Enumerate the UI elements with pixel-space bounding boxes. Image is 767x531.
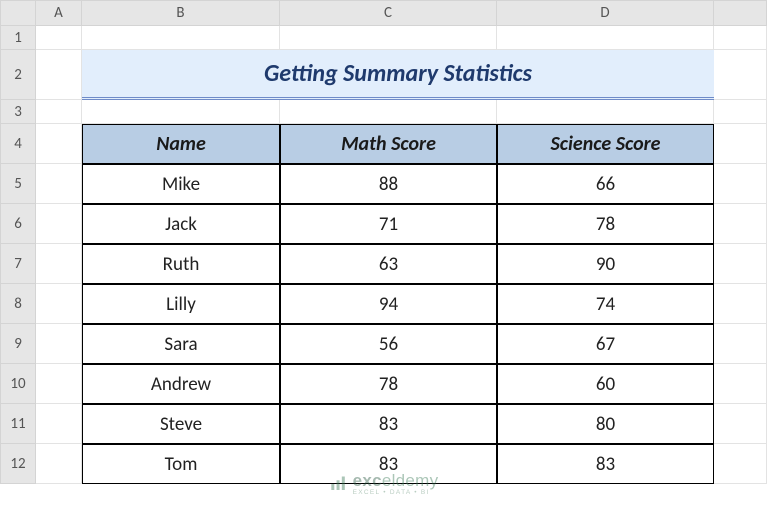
table-cell-math[interactable]: 83	[280, 404, 497, 444]
cell[interactable]	[714, 444, 767, 484]
cell[interactable]	[82, 26, 280, 50]
table-cell-science[interactable]: 83	[497, 444, 714, 484]
table-header-science[interactable]: Science Score	[497, 124, 714, 164]
row-header-9[interactable]: 9	[0, 324, 36, 364]
table-cell-science[interactable]: 78	[497, 204, 714, 244]
col-header-next[interactable]	[714, 0, 767, 26]
col-header-D[interactable]: D	[497, 0, 714, 26]
table-cell-math[interactable]: 63	[280, 244, 497, 284]
table-cell-math[interactable]: 56	[280, 324, 497, 364]
table-cell-science[interactable]: 74	[497, 284, 714, 324]
row-header-3[interactable]: 3	[0, 100, 36, 124]
col-header-B[interactable]: B	[82, 0, 280, 26]
row-header-2[interactable]: 2	[0, 50, 36, 100]
col-header-C[interactable]: C	[280, 0, 497, 26]
cell[interactable]	[36, 284, 82, 324]
cell[interactable]	[714, 324, 767, 364]
row-header-6[interactable]: 6	[0, 204, 36, 244]
cell[interactable]	[36, 444, 82, 484]
cell[interactable]	[280, 100, 497, 124]
cell[interactable]	[36, 364, 82, 404]
cell[interactable]	[36, 124, 82, 164]
cell[interactable]	[714, 100, 767, 124]
table-cell-name[interactable]: Andrew	[82, 364, 280, 404]
table-cell-science[interactable]: 67	[497, 324, 714, 364]
cell[interactable]	[714, 26, 767, 50]
cell[interactable]	[497, 26, 714, 50]
row-header-12[interactable]: 12	[0, 444, 36, 484]
cell[interactable]	[36, 164, 82, 204]
table-cell-math[interactable]: 78	[280, 364, 497, 404]
cell[interactable]	[36, 204, 82, 244]
spreadsheet-grid: A B C D 1 2 3 4 5 6 7 8 9 10 11 12 Getti…	[0, 0, 767, 531]
row-header-11[interactable]: 11	[0, 404, 36, 444]
table-cell-science[interactable]: 60	[497, 364, 714, 404]
table-cell-name[interactable]: Mike	[82, 164, 280, 204]
table-cell-name[interactable]: Sara	[82, 324, 280, 364]
table-cell-name[interactable]: Lilly	[82, 284, 280, 324]
cell[interactable]	[36, 324, 82, 364]
cell[interactable]	[36, 50, 82, 100]
table-header-math[interactable]: Math Score	[280, 124, 497, 164]
table-cell-science[interactable]: 80	[497, 404, 714, 444]
table-cell-name[interactable]: Steve	[82, 404, 280, 444]
table-header-name[interactable]: Name	[82, 124, 280, 164]
table-cell-math[interactable]: 71	[280, 204, 497, 244]
row-header-8[interactable]: 8	[0, 284, 36, 324]
table-cell-name[interactable]: Tom	[82, 444, 280, 484]
table-cell-name[interactable]: Ruth	[82, 244, 280, 284]
row-header-7[interactable]: 7	[0, 244, 36, 284]
select-all-corner[interactable]	[0, 0, 36, 26]
cell[interactable]	[280, 26, 497, 50]
cell[interactable]	[497, 100, 714, 124]
cell[interactable]	[714, 284, 767, 324]
cell[interactable]	[714, 404, 767, 444]
row-header-5[interactable]: 5	[0, 164, 36, 204]
cell[interactable]	[36, 26, 82, 50]
cell[interactable]	[36, 100, 82, 124]
cell[interactable]	[36, 244, 82, 284]
table-cell-name[interactable]: Jack	[82, 204, 280, 244]
cell[interactable]	[714, 204, 767, 244]
cell[interactable]	[36, 404, 82, 444]
table-cell-math[interactable]: 94	[280, 284, 497, 324]
cell[interactable]	[714, 364, 767, 404]
cell[interactable]	[714, 244, 767, 284]
cell[interactable]	[714, 124, 767, 164]
col-header-A[interactable]: A	[36, 0, 82, 26]
table-cell-math[interactable]: 83	[280, 444, 497, 484]
cell[interactable]	[714, 164, 767, 204]
row-header-10[interactable]: 10	[0, 364, 36, 404]
row-header-4[interactable]: 4	[0, 124, 36, 164]
cell[interactable]	[82, 100, 280, 124]
table-cell-math[interactable]: 88	[280, 164, 497, 204]
row-header-1[interactable]: 1	[0, 26, 36, 50]
page-title[interactable]: Getting Summary Statistics	[82, 50, 714, 100]
table-cell-science[interactable]: 66	[497, 164, 714, 204]
cell[interactable]	[714, 50, 767, 100]
table-cell-science[interactable]: 90	[497, 244, 714, 284]
